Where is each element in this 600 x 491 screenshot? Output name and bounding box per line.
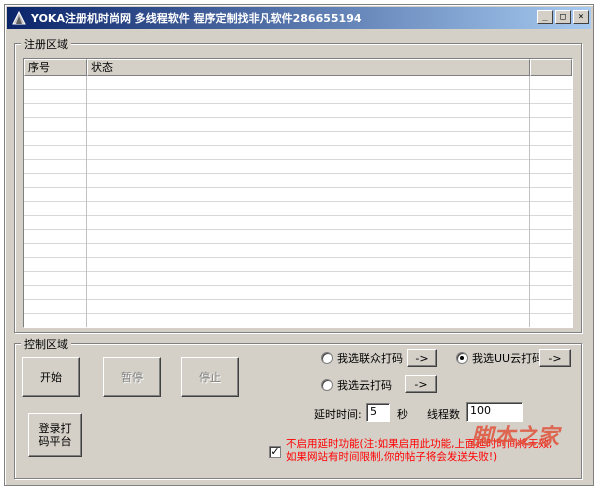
close-button[interactable]: ×: [573, 10, 589, 24]
threads-label: 线程数: [427, 408, 460, 421]
control-area-legend: 控制区域: [21, 336, 71, 352]
minimize-button[interactable]: _: [537, 10, 553, 24]
delay-input[interactable]: 5: [366, 403, 390, 422]
yun-arrow-button[interactable]: ->: [405, 375, 437, 393]
column-header-index[interactable]: 序号: [24, 59, 87, 76]
column-header-extra[interactable]: [530, 59, 572, 76]
radio-uu[interactable]: 我选UU云打码: [456, 350, 543, 366]
app-icon: [11, 10, 27, 26]
radio-yun-label: 我选云打码: [337, 379, 392, 392]
register-list[interactable]: 序号 状态: [23, 58, 573, 328]
start-button[interactable]: 开始: [22, 357, 80, 397]
radio-yun[interactable]: 我选云打码: [321, 377, 392, 393]
delay-label: 延时时间:: [314, 408, 362, 421]
title-buttons: _ □ ×: [537, 10, 589, 24]
disable-delay-checkbox[interactable]: ✓: [269, 446, 281, 458]
radio-lianzhong-dot[interactable]: [321, 352, 333, 364]
delay-unit-label: 秒: [397, 408, 408, 421]
list-body[interactable]: [24, 76, 572, 327]
column-header-status[interactable]: 状态: [87, 59, 530, 76]
title-bar[interactable]: YOKA注册机时尚网 多线程软件 程序定制找非凡软件286655194 _ □ …: [7, 7, 591, 29]
lianzhong-arrow-button[interactable]: ->: [407, 349, 437, 367]
pause-button[interactable]: 暂停: [103, 357, 161, 397]
uu-arrow-button[interactable]: ->: [539, 349, 571, 367]
main-window: YOKA注册机时尚网 多线程软件 程序定制找非凡软件286655194 _ □ …: [4, 4, 594, 486]
radio-lianzhong[interactable]: 我选联众打码: [321, 350, 403, 366]
maximize-button[interactable]: □: [555, 10, 571, 24]
radio-yun-dot[interactable]: [321, 379, 333, 391]
radio-uu-dot[interactable]: [456, 352, 468, 364]
register-area-legend: 注册区域: [21, 36, 71, 52]
register-area-group: 注册区域 序号 状态: [14, 36, 582, 333]
login-platform-button[interactable]: 登录打码平台: [28, 413, 82, 457]
site-watermark: 脚本之家: [471, 424, 560, 450]
window-title: YOKA注册机时尚网 多线程软件 程序定制找非凡软件286655194: [31, 12, 362, 25]
stop-button[interactable]: 停止: [181, 357, 239, 397]
radio-uu-label: 我选UU云打码: [472, 352, 544, 365]
radio-lianzhong-label: 我选联众打码: [337, 352, 403, 365]
list-header: 序号 状态: [24, 59, 572, 76]
